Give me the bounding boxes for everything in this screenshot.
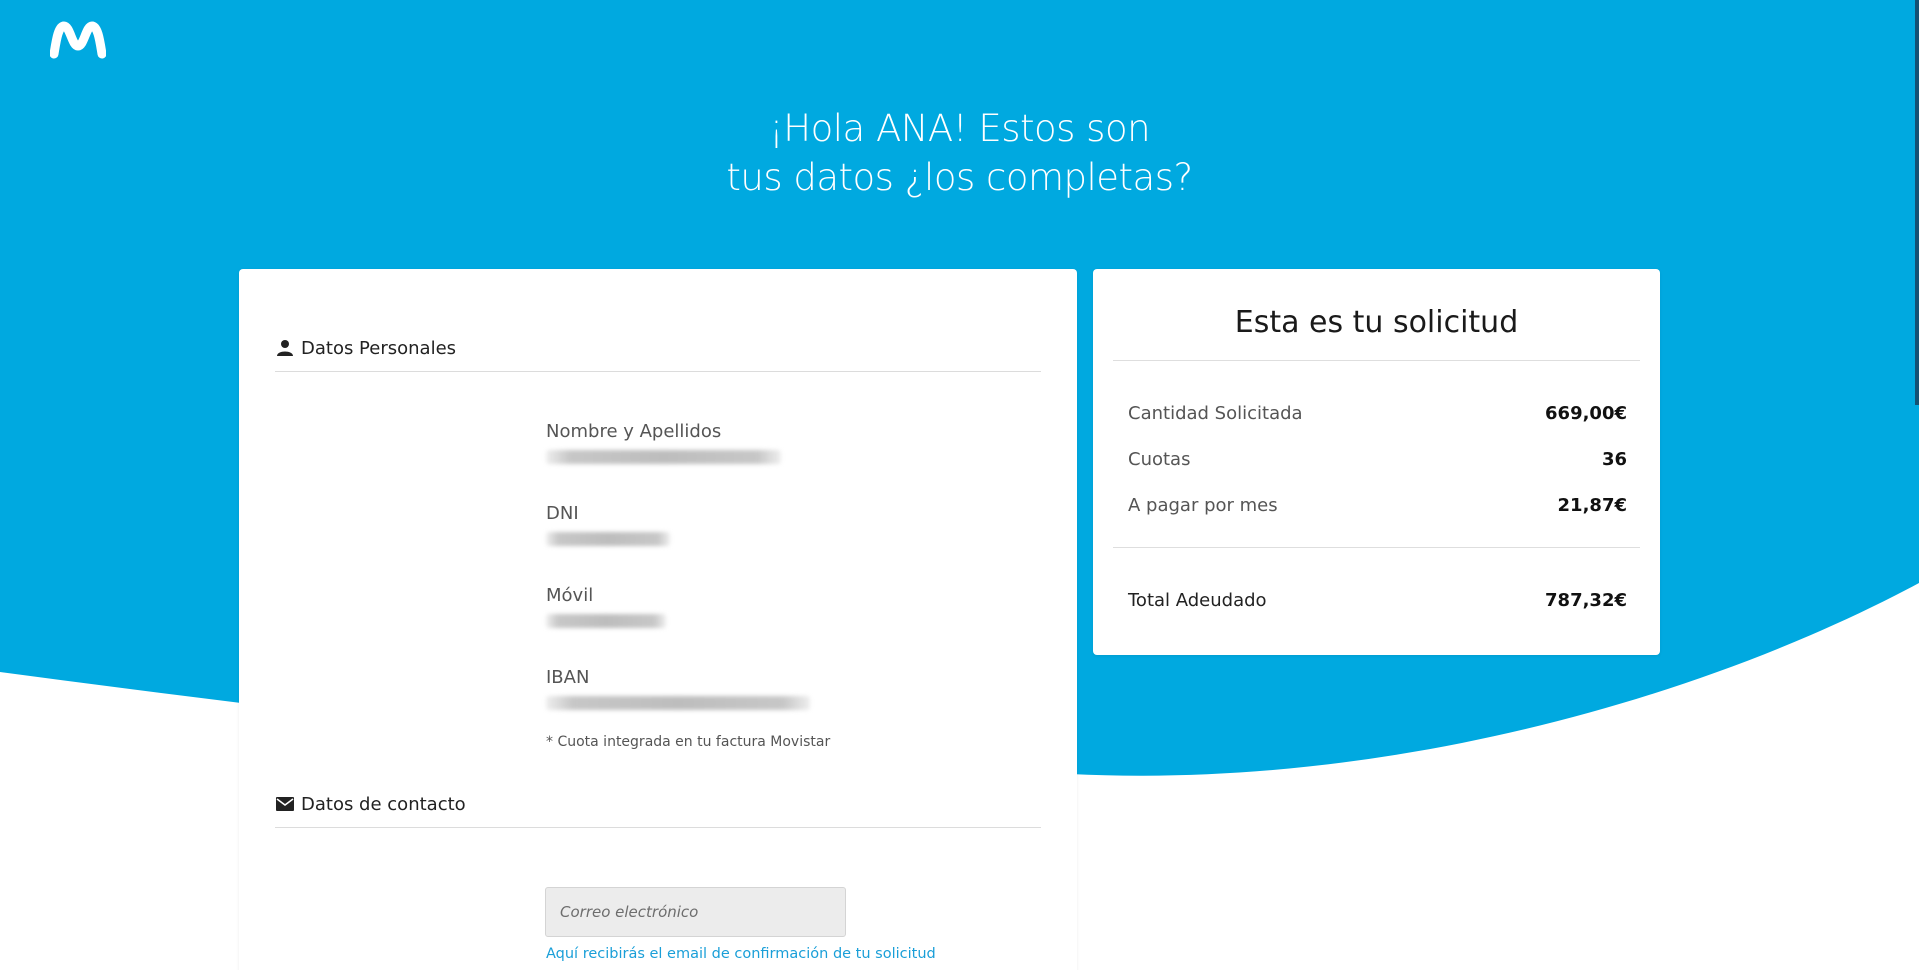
hero-title: ¡Hola ANA! Estos son tus datos ¿los comp…	[0, 104, 1919, 202]
email-hint-link[interactable]: Aquí recibirás el email de confirmación …	[546, 946, 936, 962]
summary-row-label: Cuotas	[1128, 449, 1191, 470]
summary-divider	[1113, 360, 1640, 361]
personal-data-header: Datos Personales	[275, 332, 1041, 372]
summary-title: Esta es tu solicitud	[1234, 305, 1519, 340]
summary-row-total: Total Adeudado 787,32€	[1128, 590, 1627, 611]
summary-row-cantidad: Cantidad Solicitada 669,00€	[1128, 403, 1627, 424]
summary-row-cuotas: Cuotas 36	[1128, 449, 1627, 470]
field-nombre-label: Nombre y Apellidos	[546, 421, 722, 442]
summary-row-label: Cantidad Solicitada	[1128, 403, 1303, 424]
person-icon	[277, 339, 293, 356]
summary-row-label: A pagar por mes	[1128, 495, 1278, 516]
field-dni-label: DNI	[546, 503, 579, 524]
movistar-logo[interactable]	[50, 20, 106, 60]
personal-data-title: Datos Personales	[301, 338, 457, 359]
scrollbar[interactable]	[1915, 0, 1919, 405]
email-input[interactable]	[545, 887, 846, 937]
personal-data-card: Datos Personales Nombre y Apellidos DNI …	[239, 269, 1077, 970]
summary-row-value: 21,87€	[1557, 495, 1627, 516]
factura-note: * Cuota integrada en tu factura Movistar	[546, 734, 831, 750]
field-nombre: Nombre y Apellidos	[546, 421, 781, 464]
summary-card: Esta es tu solicitud Cantidad Solicitada…	[1093, 269, 1660, 655]
summary-row-value: 669,00€	[1545, 403, 1627, 424]
mail-icon	[276, 796, 294, 811]
hero-title-line1: ¡Hola ANA! Estos son	[768, 107, 1151, 150]
contact-data-header: Datos de contacto	[275, 788, 1041, 828]
contact-data-title: Datos de contacto	[301, 794, 466, 815]
total-label: Total Adeudado	[1128, 590, 1267, 611]
summary-row-mensual: A pagar por mes 21,87€	[1128, 495, 1627, 516]
field-iban-label: IBAN	[546, 667, 590, 688]
field-iban: IBAN	[546, 667, 810, 710]
field-movil-label: Móvil	[546, 585, 594, 606]
field-movil-value-redacted	[546, 614, 666, 628]
field-movil: Móvil	[546, 585, 666, 628]
field-iban-value-redacted	[546, 696, 810, 710]
field-nombre-value-redacted	[546, 450, 781, 464]
page: ¡Hola ANA! Estos son tus datos ¿los comp…	[0, 0, 1919, 970]
field-dni-value-redacted	[546, 532, 670, 546]
summary-divider	[1113, 547, 1640, 548]
total-value: 787,32€	[1545, 590, 1627, 611]
field-dni: DNI	[546, 503, 670, 546]
summary-row-value: 36	[1601, 449, 1627, 470]
hero-title-line2: tus datos ¿los completas?	[726, 156, 1193, 199]
